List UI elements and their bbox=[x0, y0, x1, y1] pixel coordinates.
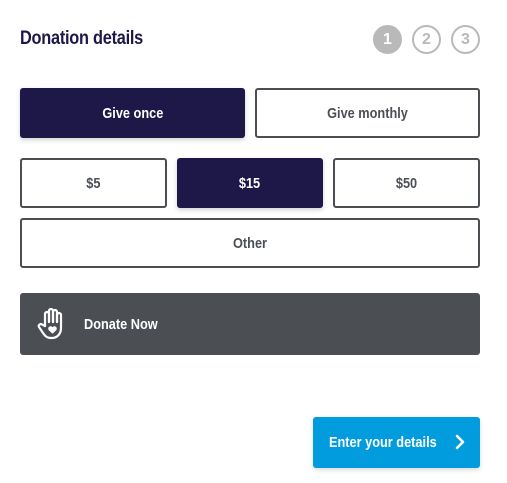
give-once-button[interactable]: Give once bbox=[20, 88, 245, 138]
enter-details-button[interactable]: Enter your details bbox=[313, 417, 480, 468]
amount-15-button[interactable]: $15 bbox=[177, 158, 323, 208]
enter-details-label: Enter your details bbox=[329, 434, 437, 451]
donate-now-button[interactable]: Donate Now bbox=[20, 293, 480, 355]
step-1: 1 bbox=[373, 25, 402, 54]
amount-15-label: $15 bbox=[239, 174, 261, 192]
chevron-right-icon bbox=[454, 433, 466, 451]
give-once-label: Give once bbox=[102, 104, 163, 122]
step-indicator: 1 2 3 bbox=[373, 25, 480, 54]
page-title: Donation details bbox=[20, 28, 143, 49]
amount-50-label: $50 bbox=[395, 174, 418, 192]
donate-now-label: Donate Now bbox=[84, 315, 158, 333]
amount-5-button[interactable]: $5 bbox=[20, 158, 167, 208]
give-monthly-label: Give monthly bbox=[327, 104, 408, 122]
amount-other-label: Other bbox=[232, 234, 267, 252]
give-monthly-button[interactable]: Give monthly bbox=[255, 88, 480, 138]
step-2: 2 bbox=[412, 25, 441, 54]
hand-heart-icon bbox=[36, 306, 72, 342]
amount-5-label: $5 bbox=[86, 174, 101, 192]
amount-other-button[interactable]: Other bbox=[20, 218, 480, 268]
step-3: 3 bbox=[451, 25, 480, 54]
amount-50-button[interactable]: $50 bbox=[333, 158, 480, 208]
